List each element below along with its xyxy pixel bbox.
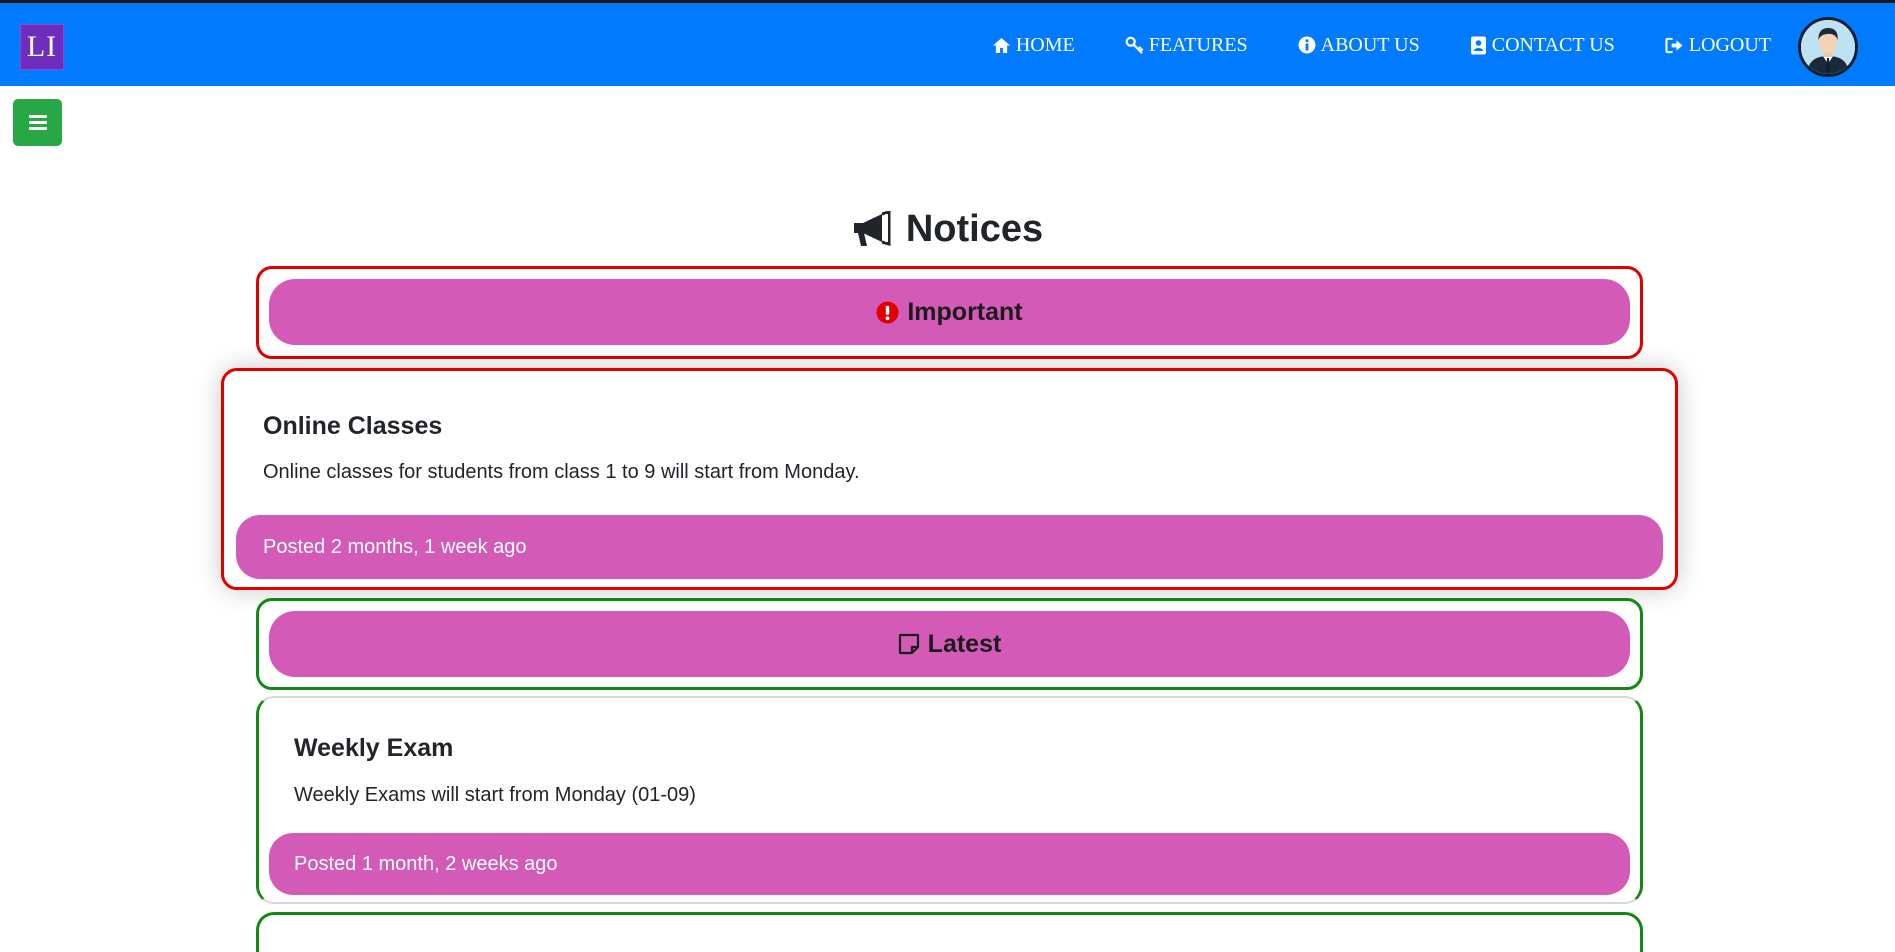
key-icon (1125, 36, 1144, 54)
user-avatar[interactable] (1798, 17, 1858, 77)
contact-book-icon (1470, 36, 1486, 54)
notice-title: Weekly Exam (294, 734, 454, 762)
home-icon (992, 37, 1010, 53)
notice-posted-label: Posted 2 months, 1 week ago (263, 535, 527, 558)
notice-body: Online classes for students from class 1… (263, 461, 860, 483)
top-navbar: LI HOME FEATURES ABOUT US CONTACT US LOG… (0, 0, 1895, 86)
nav-label-contact-us: CONTACT US (1491, 34, 1615, 56)
notice-body: Weekly Exams will start from Monday (01-… (294, 784, 696, 806)
nav-label-about-us: ABOUT US (1320, 34, 1420, 56)
brand-logo[interactable]: LI (20, 24, 64, 70)
notice-posted-time: Posted 2 months, 1 week ago (236, 515, 1663, 579)
latest-section-label: Latest (927, 629, 1002, 658)
megaphone-icon (853, 210, 891, 246)
nav-label-logout: LOGOUT (1688, 34, 1771, 56)
latest-section-header: Latest (256, 598, 1643, 690)
important-section-label: Important (907, 297, 1023, 326)
notice-posted-time: Posted 1 month, 2 weeks ago (269, 833, 1630, 895)
info-icon (1298, 36, 1316, 54)
notice-posted-label: Posted 1 month, 2 weeks ago (294, 852, 558, 875)
nav-label-features: FEATURES (1148, 34, 1248, 56)
nav-links: HOME FEATURES ABOUT US CONTACT US LOGOUT (992, 33, 1771, 57)
nav-item-logout[interactable]: LOGOUT (1665, 33, 1771, 57)
important-section-header: Important (256, 266, 1643, 359)
nav-label-home: HOME (1015, 34, 1075, 56)
notice-card-weekly-exam[interactable]: Weekly Exam Weekly Exams will start from… (256, 696, 1643, 904)
sidebar-toggle-button[interactable] (13, 99, 62, 146)
nav-item-features[interactable]: FEATURES (1125, 33, 1248, 57)
nav-item-contact-us[interactable]: CONTACT US (1470, 33, 1615, 57)
page-title: Notices (0, 208, 1895, 251)
notice-title: Online Classes (263, 412, 443, 440)
sticky-note-icon (898, 633, 919, 655)
nav-item-about-us[interactable]: ABOUT US (1298, 33, 1420, 57)
user-avatar-icon (1801, 20, 1855, 74)
notice-card-partial[interactable] (256, 912, 1643, 952)
logout-icon (1665, 37, 1683, 53)
latest-section-pill: Latest (269, 611, 1630, 677)
important-section-pill: Important (269, 279, 1630, 345)
notice-card-online-classes[interactable]: Online Classes Online classes for studen… (221, 368, 1678, 590)
hamburger-menu-icon (28, 115, 47, 130)
exclamation-circle-icon (876, 300, 899, 324)
page-title-text: Notices (905, 208, 1044, 250)
nav-item-home[interactable]: HOME (992, 33, 1075, 57)
